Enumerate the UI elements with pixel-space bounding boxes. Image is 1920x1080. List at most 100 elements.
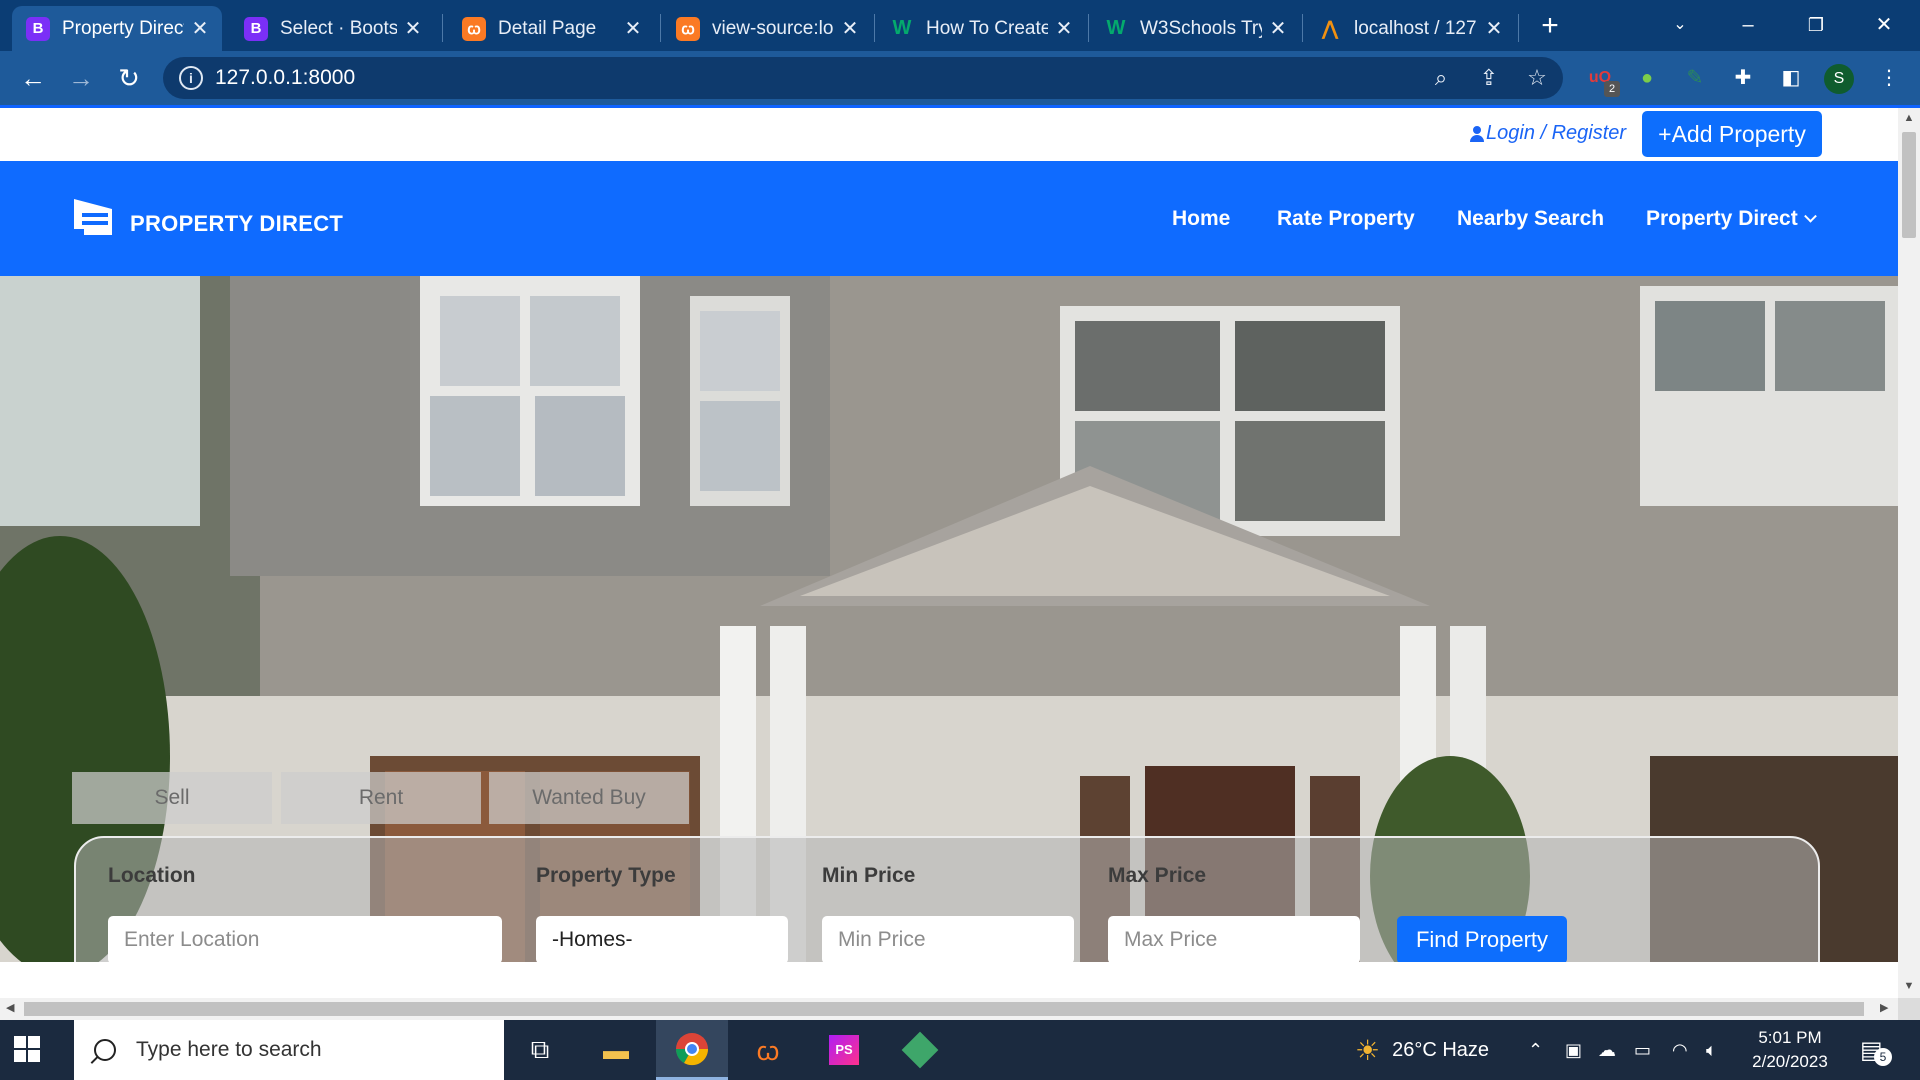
clock-date: 2/20/2023: [1752, 1052, 1828, 1071]
close-tab-icon[interactable]: ✕: [403, 16, 423, 41]
task-view-icon[interactable]: ⧉: [504, 1020, 576, 1080]
tab-title: Select · Bootstrap: [280, 17, 397, 39]
site-info-icon[interactable]: i: [179, 66, 203, 90]
minimize-button[interactable]: –: [1718, 6, 1778, 44]
min-price-input[interactable]: Min Price: [822, 916, 1074, 962]
tab-title: localhost / 127: [1354, 17, 1477, 39]
tab-separator: [1088, 14, 1089, 42]
edit-extension-icon[interactable]: ✎: [1680, 63, 1710, 93]
weather-widget[interactable]: ☀ 26°C Haze: [1355, 1020, 1489, 1080]
profile-avatar[interactable]: S: [1824, 64, 1854, 94]
nav-rate-property[interactable]: Rate Property: [1277, 207, 1415, 231]
tab-separator: [1302, 14, 1303, 42]
login-register-link[interactable]: Login / Register: [1470, 122, 1626, 145]
close-tab-icon[interactable]: ✕: [840, 16, 860, 41]
restore-button[interactable]: ❐: [1786, 6, 1846, 44]
taskbar-search-box[interactable]: Type here to search: [74, 1020, 504, 1080]
tab-w3schools-tryit[interactable]: W W3Schools Tryit ✕: [1090, 6, 1300, 51]
person-icon: [1470, 125, 1484, 142]
phpmyadmin-icon: ⋀: [1321, 18, 1339, 40]
vertical-scroll-thumb[interactable]: [1902, 132, 1916, 238]
phpstorm-icon[interactable]: PS: [808, 1020, 880, 1080]
xampp-taskbar-icon[interactable]: ꞷ: [732, 1020, 804, 1080]
taskbar-clock[interactable]: 5:01 PM 2/20/2023: [1740, 1026, 1840, 1074]
horizontal-scroll-thumb[interactable]: [24, 1002, 1864, 1016]
nav-property-direct-label: Property Direct: [1646, 207, 1798, 230]
close-tab-icon[interactable]: ✕: [623, 16, 643, 41]
tab-title: Detail Page: [498, 17, 597, 39]
tab-title: view-source:localhost: [712, 17, 834, 39]
brand-name[interactable]: PROPERTY DIRECT: [130, 211, 343, 237]
close-tab-icon[interactable]: ✕: [1268, 16, 1288, 41]
new-tab-button[interactable]: +: [1535, 8, 1565, 44]
nav-home[interactable]: Home: [1172, 207, 1230, 231]
scroll-right-arrow-icon[interactable]: ▶: [1880, 1001, 1888, 1014]
tab-search-chevron-icon[interactable]: ⌄: [1650, 6, 1710, 44]
w3schools-icon: W: [892, 17, 912, 39]
close-tab-icon[interactable]: ✕: [190, 16, 210, 41]
login-register-label: Login / Register: [1486, 122, 1627, 144]
xampp-icon: ꞷ: [462, 16, 486, 41]
w3schools-icon: W: [1106, 17, 1126, 39]
onedrive-cloud-icon[interactable]: ☁: [1598, 1020, 1616, 1080]
scroll-down-arrow-icon[interactable]: ▼: [1898, 980, 1920, 992]
bootstrap-favicon-icon: B: [26, 16, 50, 41]
side-panel-icon[interactable]: ◧: [1776, 63, 1806, 93]
taskbar-search-placeholder: Type here to search: [136, 1038, 322, 1061]
tab-how-to-create[interactable]: W How To Create ✕: [876, 6, 1086, 51]
extension-badge: 2: [1604, 81, 1620, 97]
windows-taskbar: Type here to search ⧉ ▬ ꞷ PS ☀ 26°C Haze…: [0, 1020, 1920, 1080]
git-gui-icon[interactable]: [884, 1020, 956, 1080]
tab-select-bootstrap[interactable]: B Select · Bootstrap ✕: [230, 6, 435, 51]
meet-now-icon[interactable]: ▣: [1565, 1020, 1582, 1080]
tab-property-direct[interactable]: B Property Direct ✕: [12, 6, 222, 51]
max-price-label: Max Price: [1108, 864, 1207, 887]
tab-sell[interactable]: Sell: [72, 772, 272, 824]
windows-start-icon[interactable]: [14, 1036, 42, 1064]
scroll-left-arrow-icon[interactable]: ◀: [6, 1001, 14, 1014]
globe-extension-icon[interactable]: ●: [1632, 63, 1662, 93]
extensions-puzzle-icon[interactable]: ✚: [1728, 63, 1758, 93]
volume-icon[interactable]: 🔈︎: [1706, 1020, 1717, 1080]
tab-separator: [1518, 14, 1519, 42]
tab-detail-page[interactable]: ꞷ Detail Page ✕: [448, 6, 655, 51]
add-property-button[interactable]: +Add Property: [1642, 111, 1822, 157]
location-input[interactable]: Enter Location: [108, 916, 502, 962]
tab-separator: [874, 14, 875, 42]
url-text[interactable]: 127.0.0.1:8000: [215, 66, 355, 90]
file-explorer-icon[interactable]: ▬: [580, 1020, 652, 1080]
find-property-button[interactable]: Find Property: [1397, 916, 1567, 962]
scroll-up-arrow-icon[interactable]: ▲: [1898, 112, 1920, 124]
tab-title: How To Create: [926, 17, 1048, 39]
tab-separator: [442, 14, 443, 42]
bookmark-star-icon[interactable]: ☆: [1524, 65, 1550, 91]
back-arrow-icon[interactable]: ←: [16, 61, 50, 95]
horizontal-scrollbar[interactable]: ◀ ▶: [0, 998, 1898, 1020]
wifi-icon[interactable]: ◠: [1672, 1020, 1688, 1080]
tab-view-source[interactable]: ꞷ view-source:localhost ✕: [662, 6, 872, 51]
tab-wanted-buy[interactable]: Wanted Buy: [489, 772, 689, 824]
close-tab-icon[interactable]: ✕: [1054, 16, 1074, 41]
chrome-icon[interactable]: [656, 1020, 728, 1080]
tab-phpmyadmin[interactable]: ⋀ localhost / 127 ✕: [1304, 6, 1516, 51]
max-price-input[interactable]: Max Price: [1108, 916, 1360, 962]
property-type-select[interactable]: -Homes-: [536, 916, 788, 962]
zoom-icon[interactable]: ⌕: [1428, 65, 1454, 91]
battery-icon[interactable]: ▭: [1634, 1020, 1651, 1080]
nav-nearby-search[interactable]: Nearby Search: [1457, 207, 1604, 231]
notification-center-icon[interactable]: ▤ 5: [1860, 1036, 1892, 1066]
address-bar[interactable]: i 127.0.0.1:8000 ⌕ ⇪ ☆: [163, 57, 1563, 99]
menu-kebab-icon[interactable]: ⋮: [1874, 63, 1904, 93]
reload-icon[interactable]: ↻: [112, 61, 146, 95]
close-window-button[interactable]: ✕: [1854, 6, 1914, 44]
forward-arrow-icon[interactable]: →: [64, 61, 98, 95]
tab-rent[interactable]: Rent: [281, 772, 481, 824]
xampp-icon: ꞷ: [676, 16, 700, 41]
close-tab-icon[interactable]: ✕: [1484, 16, 1504, 41]
vertical-scrollbar[interactable]: ▲ ▼: [1898, 108, 1920, 998]
share-icon[interactable]: ⇪: [1476, 65, 1502, 91]
nav-property-direct-dropdown[interactable]: Property Direct: [1646, 207, 1817, 231]
chevron-down-icon: [1803, 209, 1817, 223]
show-hidden-icons-chevron-icon[interactable]: ⌃: [1528, 1020, 1543, 1080]
building-logo-icon[interactable]: [72, 195, 114, 237]
